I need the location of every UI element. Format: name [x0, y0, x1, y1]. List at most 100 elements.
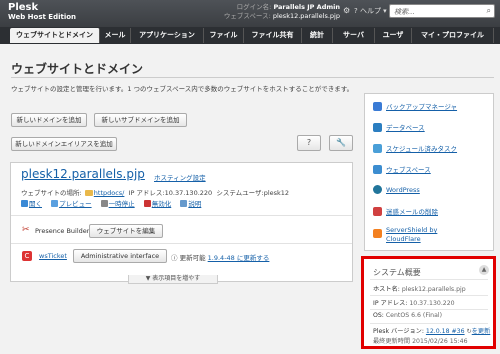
- show-more-toggle[interactable]: ▼ 表示項目を増やす: [128, 275, 218, 284]
- divider: [11, 243, 352, 244]
- sidebar-item-backup[interactable]: バックアップマネージャ: [373, 101, 457, 115]
- product-edition: Web Host Edition: [8, 13, 77, 21]
- tools-button[interactable]: 🔧: [329, 135, 353, 151]
- divider: [370, 323, 488, 324]
- sidebar-item-label: ウェブスペース: [386, 166, 431, 174]
- presence-builder-icon: ✂: [22, 225, 30, 235]
- login-value[interactable]: Parallels JP Admin: [273, 3, 340, 11]
- tab-users[interactable]: ユーザ: [375, 28, 412, 43]
- sidebar-item-databases[interactable]: データベース: [373, 122, 425, 136]
- open-icon: [21, 200, 28, 207]
- ip-value: 10.37.130.220: [164, 189, 213, 197]
- ip-label: IP アドレス:: [128, 189, 165, 197]
- sidebar-item-scheduled-tasks[interactable]: スケジュール済みタスク: [373, 143, 457, 157]
- user-info: ログイン名: Parallels JP Admin ウェブスペース: plesk…: [200, 3, 340, 21]
- disable-link[interactable]: 無効化: [152, 200, 172, 208]
- location-link[interactable]: httpdocs/: [94, 189, 125, 197]
- plesk-version-label: Plesk バージョン:: [373, 328, 424, 335]
- webspace-icon: [373, 165, 382, 174]
- tab-server[interactable]: サーバ: [333, 28, 375, 43]
- webspace-value[interactable]: plesk12.parallels.pjp: [273, 12, 340, 20]
- system-overview-panel: システム概要 ▲ ホスト名: plesk12.parallels.pjp IP …: [361, 256, 496, 349]
- os-label: OS:: [373, 312, 384, 319]
- ip-value: 10.37.130.220: [409, 300, 455, 307]
- help-menu[interactable]: ? ヘルプ ▾: [354, 6, 387, 16]
- mail-icon: [373, 207, 382, 216]
- wrench-icon: 🔧: [336, 138, 346, 147]
- help-label: ヘルプ: [359, 7, 381, 15]
- hostname-row: ホスト名: plesk12.parallels.pjp: [373, 284, 466, 293]
- domain-location-line: ウェブサイトの場所: httpdocs/ IP アドレス:10.37.130.2…: [21, 187, 289, 197]
- calendar-icon: [373, 144, 382, 153]
- sidebar-item-label: 迷惑メールの削除: [386, 208, 438, 216]
- search-input[interactable]: 検索... ⌕: [389, 4, 495, 18]
- domain-card: plesk12.parallels.pjp ホスティング設定 ウェブサイトの場所…: [10, 162, 353, 282]
- system-overview-title: システム概要: [373, 268, 421, 277]
- preview-icon: [51, 200, 59, 207]
- tab-applications[interactable]: アプリケーション: [131, 28, 204, 43]
- product-name: Plesk: [8, 2, 39, 13]
- right-sidebar: バックアップマネージャ データベース スケジュール済みタスク ウェブスペース W…: [364, 93, 494, 251]
- location-label: ウェブサイトの場所:: [21, 189, 82, 197]
- suspend-link[interactable]: 一時停止: [109, 200, 135, 208]
- update-link[interactable]: 1.9.4-48 に更新する: [208, 254, 270, 262]
- domain-actions: 開く プレビュー 一時停止 無効化 説明: [21, 198, 208, 208]
- database-icon: [373, 123, 382, 132]
- divider: [11, 215, 352, 216]
- description-link[interactable]: 説明: [188, 200, 201, 208]
- sidebar-item-spam-removal[interactable]: 迷惑メールの削除: [373, 206, 438, 220]
- preview-link[interactable]: プレビュー: [59, 200, 92, 208]
- sysuser-label: システムユーザ:: [216, 189, 264, 197]
- tab-websites-domains[interactable]: ウェブサイトとドメイン: [10, 28, 100, 43]
- tab-my-profile[interactable]: マイ・プロファイル: [412, 28, 494, 43]
- gear-icon[interactable]: ⚙: [343, 6, 350, 15]
- sysuser-value: plesk12: [263, 189, 290, 197]
- tab-mail[interactable]: メール: [100, 28, 131, 43]
- tab-files[interactable]: ファイル: [204, 28, 244, 43]
- add-domain-alias-button[interactable]: 新しいドメインエイリアスを追加: [11, 137, 117, 151]
- hostname-value: plesk12.parallels.pjp: [401, 286, 466, 293]
- wordpress-icon: [373, 185, 382, 194]
- hosting-settings-link[interactable]: ホスティング設定: [154, 172, 206, 182]
- folder-icon: [84, 190, 93, 196]
- administrative-interface-button[interactable]: Administrative interface: [73, 249, 167, 263]
- edit-website-button[interactable]: ウェブサイトを編集: [89, 224, 163, 238]
- description-icon: [180, 200, 188, 207]
- hostname-label: ホスト名:: [373, 286, 400, 293]
- update-label: 更新可能: [179, 254, 206, 262]
- sidebar-item-webspace[interactable]: ウェブスペース: [373, 164, 431, 178]
- sidebar-item-label: バックアップマネージャ: [386, 103, 458, 111]
- help-button[interactable]: ?: [297, 135, 321, 151]
- wsticket-icon: C: [22, 251, 32, 261]
- main-nav: ウェブサイトとドメイン メール アプリケーション ファイル ファイル共有 統計 …: [0, 27, 500, 44]
- add-domain-button[interactable]: 新しいドメインを追加: [11, 113, 87, 127]
- cloudflare-icon: [373, 229, 382, 238]
- sidebar-item-wordpress[interactable]: WordPress: [373, 185, 420, 199]
- webspace-label: ウェブスペース:: [223, 12, 271, 20]
- open-link[interactable]: 開く: [29, 200, 42, 208]
- update-icon: ⓘ: [171, 254, 178, 262]
- plesk-update-link[interactable]: を更新: [472, 328, 491, 335]
- page-description: ウェブサイトの設定と管理を行います。1 つのウェブスペース内で多数のウェブサイト…: [11, 85, 354, 93]
- top-header: Plesk Web Host Edition ログイン名: Parallels …: [0, 0, 500, 27]
- brand: Plesk Web Host Edition: [8, 2, 76, 22]
- tab-file-sharing[interactable]: ファイル共有: [244, 28, 302, 43]
- update-notice: ⓘ 更新可能 1.9.4-48 に更新する: [171, 252, 269, 262]
- sidebar-item-label: データベース: [386, 124, 425, 132]
- sidebar-item-label-2: CloudFlare: [386, 235, 421, 243]
- sidebar-item-servershield[interactable]: ServerShield by CloudFlare: [373, 226, 437, 243]
- search-icon[interactable]: ⌕: [487, 6, 491, 16]
- collapse-icon[interactable]: ▲: [479, 265, 489, 275]
- title-divider: [11, 77, 494, 78]
- search-placeholder: 検索...: [394, 8, 415, 16]
- add-subdomain-button[interactable]: 新しいサブドメインを追加: [94, 113, 187, 127]
- ip-label: IP アドレス:: [373, 300, 408, 307]
- help-icon: ?: [306, 138, 312, 147]
- last-updated-label: 最終更新時間: [373, 338, 411, 345]
- tab-statistics[interactable]: 統計: [302, 28, 333, 43]
- wsticket-link[interactable]: wsTicket: [39, 252, 67, 260]
- presence-builder-label: Presence Builder: [35, 227, 90, 235]
- domain-name-link[interactable]: plesk12.parallels.pjp: [21, 167, 145, 181]
- plesk-version-value[interactable]: 12.0.18 #36: [426, 328, 465, 335]
- ip-row: IP アドレス: 10.37.130.220: [373, 298, 455, 307]
